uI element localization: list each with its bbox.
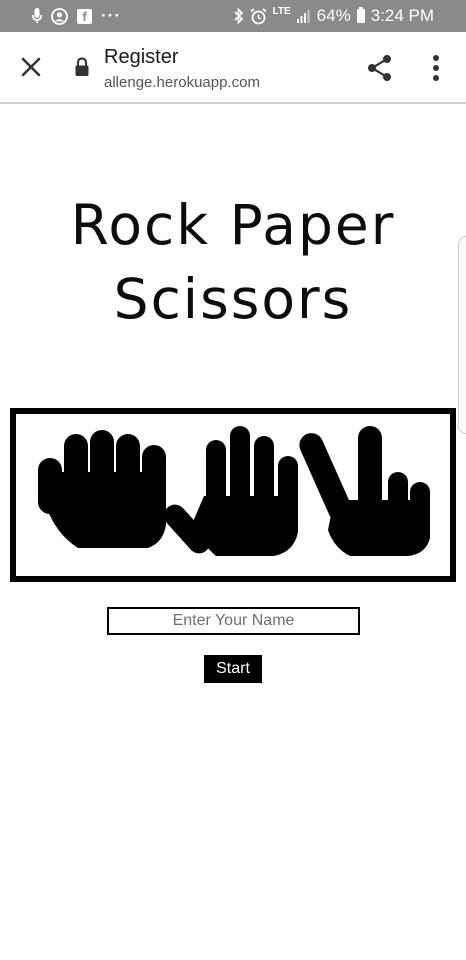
- lock-icon: [75, 57, 89, 76]
- status-left-icons: f ···: [32, 0, 121, 32]
- heading-line-2: Scissors: [113, 267, 353, 331]
- more-vert-icon[interactable]: [422, 52, 450, 84]
- signal-icon: [296, 10, 310, 23]
- account-circle-icon: [51, 7, 68, 25]
- start-button[interactable]: Start: [204, 655, 262, 683]
- lte-icon: LTE: [272, 5, 291, 17]
- bluetooth-icon: [233, 8, 243, 24]
- close-icon[interactable]: [14, 50, 48, 84]
- share-icon[interactable]: [364, 52, 396, 84]
- battery-percent: 64%: [316, 6, 351, 25]
- status-time: 3:24 PM: [370, 6, 434, 25]
- page-title: Register: [104, 46, 179, 68]
- scissors-hand-icon: [299, 426, 430, 556]
- mic-icon: [32, 8, 42, 23]
- page-heading: Rock Paper Scissors: [0, 188, 466, 336]
- facebook-icon: f: [77, 8, 92, 24]
- paper-hand-icon: [163, 426, 298, 556]
- more-dots-icon: ···: [101, 6, 121, 25]
- battery-icon: [356, 7, 365, 23]
- status-bar: f ··· LTE 64% 3:24 PM: [0, 0, 466, 32]
- status-right-icons: LTE 64% 3:24 PM: [233, 0, 434, 32]
- name-input[interactable]: [107, 607, 360, 635]
- hands-image: [10, 408, 456, 582]
- heading-line-1: Rock Paper: [70, 193, 396, 257]
- alarm-icon: [249, 7, 267, 24]
- rock-hand-icon: [38, 430, 166, 548]
- url-text[interactable]: allenge.herokuapp.com: [104, 74, 344, 91]
- browser-toolbar: Register allenge.herokuapp.com: [0, 32, 466, 104]
